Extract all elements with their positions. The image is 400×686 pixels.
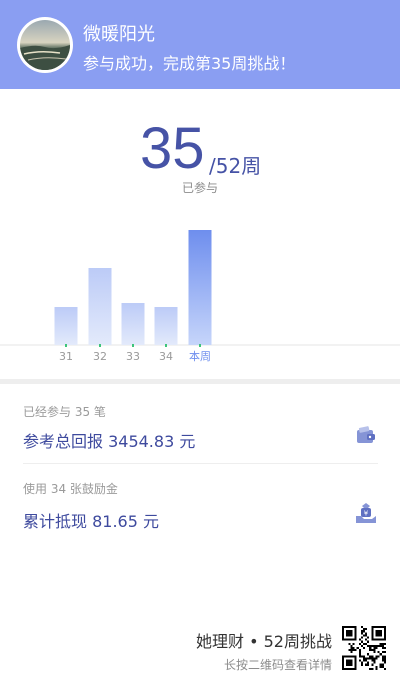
- money-hand-icon: ¥: [356, 503, 376, 523]
- bar-week-31: [54, 307, 78, 345]
- x-tick-label: 34: [159, 350, 173, 363]
- tick-marker: [65, 344, 67, 347]
- qr-code-icon[interactable]: [342, 626, 386, 670]
- tick-marker: [199, 344, 201, 347]
- tick-marker: [99, 344, 101, 347]
- row-divider: [23, 463, 378, 464]
- avatar-image: [20, 20, 70, 70]
- bar-week-32: [88, 268, 112, 345]
- cash-deduction-value: 累计抵现 81.65 元: [23, 512, 159, 531]
- username: 微暖阳光: [83, 24, 155, 45]
- progress-counter: 35 /52周: [0, 116, 400, 181]
- tick-marker: [132, 344, 134, 347]
- x-tick-label: 32: [93, 350, 107, 363]
- wallet-icon: [357, 426, 375, 443]
- current-week-count: 35: [140, 116, 205, 181]
- section-divider: [0, 379, 400, 384]
- participation-count-caption: 已经参与 35 笔: [23, 405, 106, 419]
- header-banner: 微暖阳光 参与成功，完成第35周挑战！: [0, 0, 400, 89]
- avatar[interactable]: [17, 17, 73, 73]
- x-tick-label: 本周: [189, 349, 211, 363]
- tick-marker: [165, 344, 167, 347]
- qr-hint: 长按二维码查看详情: [223, 658, 332, 672]
- svg-text:¥: ¥: [364, 510, 369, 518]
- coupon-count-caption: 使用 34 张鼓励金: [23, 482, 118, 496]
- bar-week-34: [154, 307, 178, 345]
- total-weeks: /52周: [209, 154, 262, 178]
- brand-title: 她理财 • 52周挑战: [196, 632, 332, 651]
- weekly-bar-chart: 31 32 33 34 本周: [0, 230, 400, 363]
- bar-week-本周: [188, 230, 212, 345]
- x-tick-label: 31: [59, 350, 73, 363]
- total-return-value: 参考总回报 3454.83 元: [23, 432, 196, 451]
- bar-week-33: [121, 303, 145, 345]
- success-message: 参与成功，完成第35周挑战！: [83, 54, 296, 73]
- x-tick-label: 33: [126, 350, 140, 363]
